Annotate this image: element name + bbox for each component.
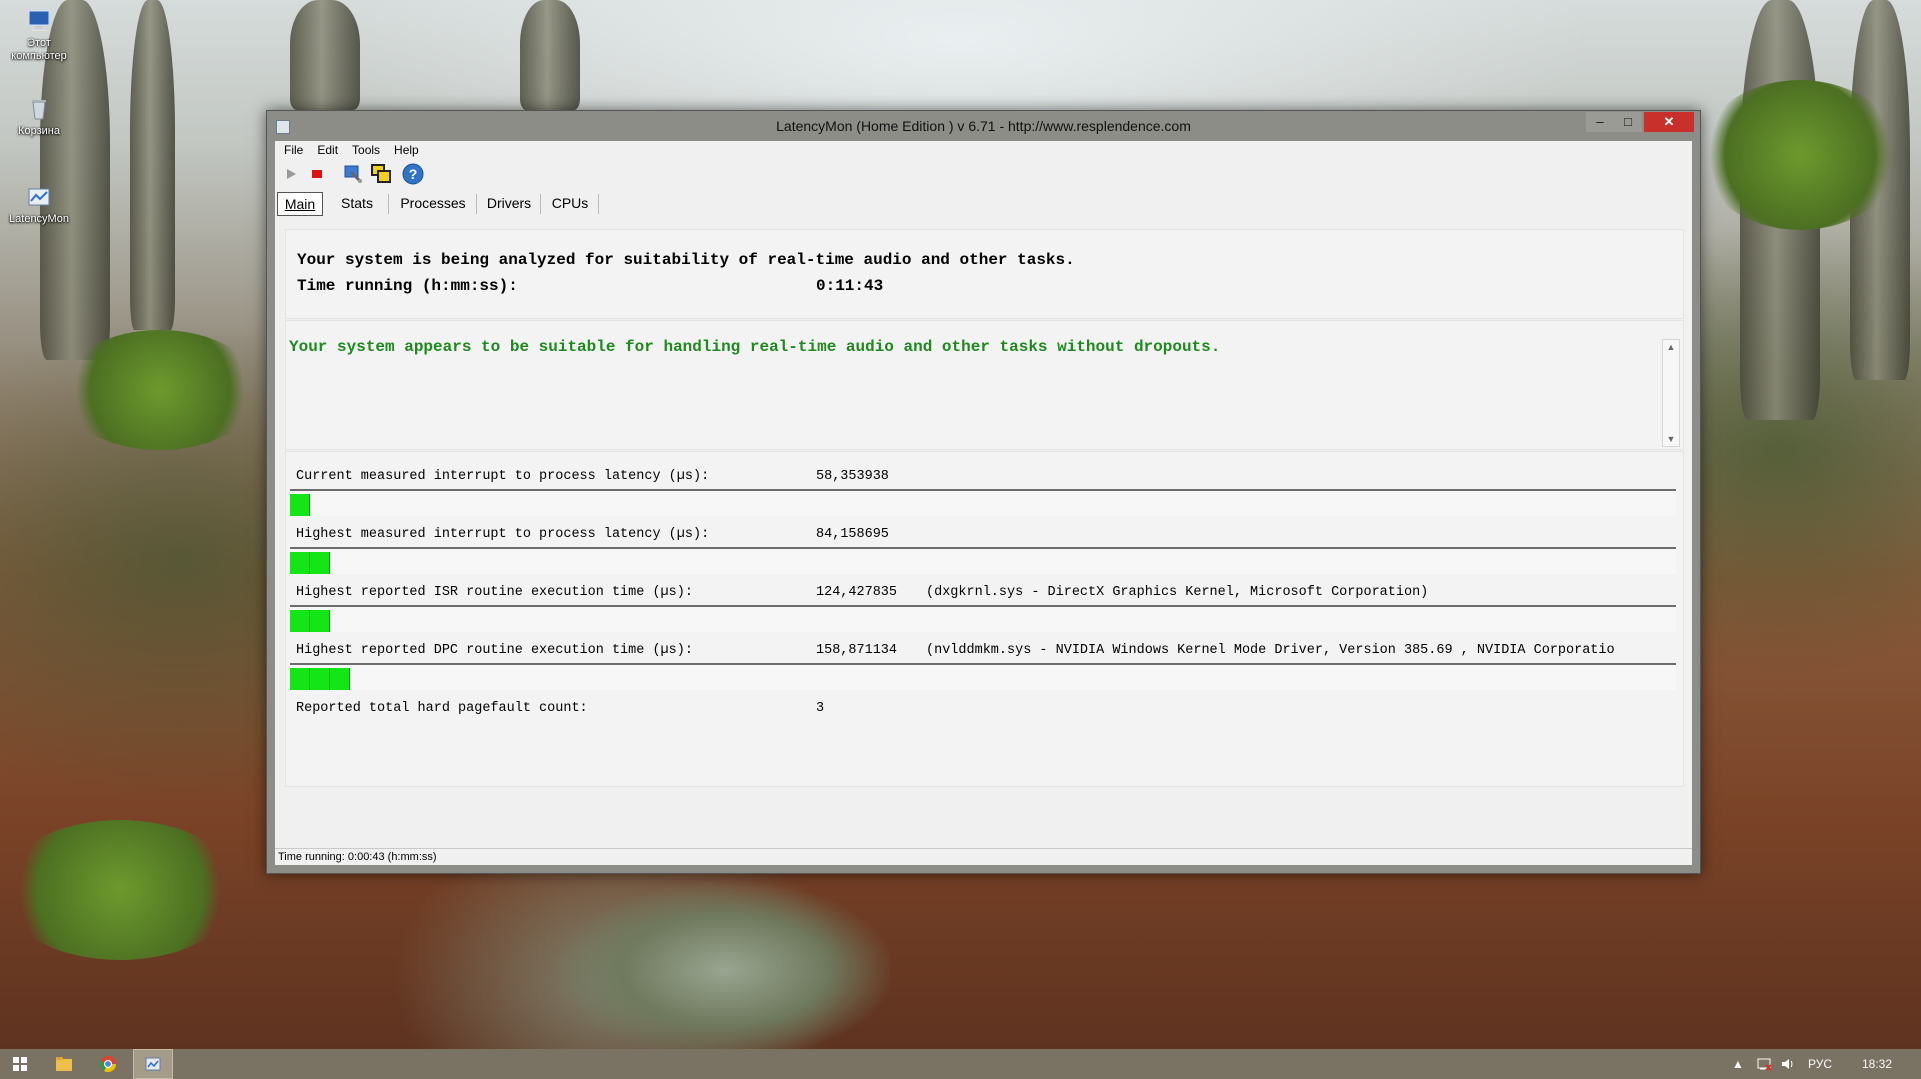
tab-label: CPUs bbox=[551, 195, 589, 211]
menu-bar: File Edit Tools Help bbox=[275, 141, 1692, 159]
latencymon-taskbar-icon bbox=[145, 1057, 161, 1071]
tray-overflow-icon[interactable]: ▲ bbox=[1732, 1057, 1744, 1071]
meter-segment bbox=[290, 610, 310, 632]
metrics-panel: Current measured interrupt to process la… bbox=[285, 451, 1684, 787]
windows-logo-icon bbox=[13, 1057, 27, 1071]
meter-segment bbox=[310, 668, 330, 690]
metric-meter bbox=[290, 605, 1676, 632]
metric-value: 3 bbox=[816, 701, 825, 716]
menu-tools[interactable]: Tools bbox=[343, 141, 385, 157]
tree-trunk bbox=[130, 0, 175, 330]
desktop-icon-label: LatencyMon bbox=[9, 213, 69, 225]
metric-label: Highest reported ISR routine execution t… bbox=[296, 585, 693, 600]
chrome-icon bbox=[99, 1056, 117, 1073]
status-text: Time running: 0:00:43 (h:mm:ss) bbox=[278, 851, 437, 863]
tab-label: Main bbox=[284, 196, 316, 212]
cpu-tool-button[interactable] bbox=[341, 162, 365, 186]
analysis-status-panel: Your system is being analyzed for suitab… bbox=[285, 229, 1684, 319]
meter-segment bbox=[310, 552, 330, 574]
start-icon bbox=[287, 169, 296, 179]
meter-segment bbox=[290, 552, 310, 574]
meter-segment bbox=[290, 668, 310, 690]
menu-edit[interactable]: Edit bbox=[308, 141, 343, 157]
metric-label: Current measured interrupt to process la… bbox=[296, 469, 710, 484]
analysis-text: Your system is being analyzed for suitab… bbox=[297, 251, 1075, 269]
cpu-tool-icon bbox=[344, 165, 363, 184]
file-explorer-icon bbox=[56, 1057, 72, 1071]
tab-label: Drivers bbox=[486, 195, 532, 211]
language-indicator[interactable]: РУС bbox=[1808, 1057, 1832, 1071]
windows-icon bbox=[371, 164, 391, 183]
moss-patch bbox=[60, 330, 260, 450]
metric-driver-note: (nvlddmkm.sys - NVIDIA Windows Kernel Mo… bbox=[926, 643, 1615, 658]
title-bar[interactable]: LatencyMon (Home Edition ) v 6.71 - http… bbox=[267, 111, 1700, 141]
windows-button[interactable] bbox=[369, 162, 393, 186]
tree-trunk bbox=[290, 0, 360, 110]
meter-segment bbox=[330, 668, 350, 690]
meter-segment bbox=[290, 494, 310, 516]
tree-trunk bbox=[520, 0, 580, 110]
desktop-icon-recycle-bin[interactable]: Корзина bbox=[0, 96, 78, 138]
clock[interactable]: 18:32 bbox=[1862, 1057, 1892, 1071]
taskbar-chrome[interactable] bbox=[88, 1049, 128, 1079]
conclusion-scrollbar[interactable]: ▲ ▼ bbox=[1662, 339, 1680, 447]
moss-patch bbox=[0, 820, 240, 960]
network-icon[interactable] bbox=[1756, 1057, 1772, 1074]
taskbar: ▲ РУС 18:32 bbox=[0, 1049, 1921, 1079]
time-running-label: Time running (h:mm:ss): bbox=[297, 277, 518, 295]
tab-cpus[interactable]: CPUs bbox=[541, 192, 599, 214]
taskbar-latencymon[interactable] bbox=[133, 1049, 173, 1079]
meter-segment bbox=[310, 610, 330, 632]
menu-help[interactable]: Help bbox=[385, 141, 424, 157]
status-bar: Time running: 0:00:43 (h:mm:ss) bbox=[275, 848, 1692, 866]
metric-driver-note: (dxgkrnl.sys - DirectX Graphics Kernel, … bbox=[926, 585, 1429, 600]
latencymon-shortcut-icon bbox=[28, 188, 50, 206]
stop-icon bbox=[312, 170, 322, 178]
close-button[interactable]: ✕ bbox=[1644, 112, 1694, 132]
start-button[interactable] bbox=[279, 162, 303, 186]
help-button[interactable]: ? bbox=[401, 162, 425, 186]
scroll-up-arrow-icon[interactable]: ▲ bbox=[1663, 340, 1679, 354]
tab-label: Processes bbox=[400, 195, 466, 211]
window-title: LatencyMon (Home Edition ) v 6.71 - http… bbox=[776, 118, 1191, 134]
conclusion-panel[interactable]: Your system appears to be suitable for h… bbox=[285, 320, 1684, 450]
maximize-button[interactable]: □ bbox=[1614, 112, 1642, 132]
desktop-icon-computer[interactable]: Этот компьютер bbox=[0, 8, 78, 63]
minimize-button[interactable]: – bbox=[1586, 112, 1614, 132]
recycle-bin-icon bbox=[32, 100, 46, 120]
start-menu-button[interactable] bbox=[0, 1049, 40, 1079]
desktop-icon-label: Корзина bbox=[18, 125, 60, 137]
tab-label: Stats bbox=[341, 195, 373, 211]
menu-file[interactable]: File bbox=[275, 141, 308, 157]
metric-value: 124,427835 bbox=[816, 585, 898, 600]
metric-label: Highest measured interrupt to process la… bbox=[296, 527, 710, 542]
desktop-icon-latencymon[interactable]: LatencyMon bbox=[0, 184, 78, 226]
volume-icon[interactable] bbox=[1780, 1057, 1796, 1074]
metric-meter bbox=[290, 547, 1676, 574]
tab-processes[interactable]: Processes bbox=[389, 192, 477, 214]
moss-patch bbox=[1700, 80, 1900, 230]
conclusion-text: Your system appears to be suitable for h… bbox=[289, 338, 1221, 356]
metric-label: Highest reported DPC routine execution t… bbox=[296, 643, 693, 658]
tab-main[interactable]: Main bbox=[277, 192, 323, 216]
tab-drivers[interactable]: Drivers bbox=[477, 192, 541, 214]
latencymon-window[interactable]: LatencyMon (Home Edition ) v 6.71 - http… bbox=[266, 110, 1701, 874]
metric-value: 158,871134 bbox=[816, 643, 898, 658]
stop-button[interactable] bbox=[305, 162, 329, 186]
metric-value: 84,158695 bbox=[816, 527, 889, 542]
computer-icon bbox=[28, 10, 50, 31]
window-client-area: File Edit Tools Help ? Main Stats Processes bbox=[275, 141, 1692, 865]
metric-label: Reported total hard pagefault count: bbox=[296, 701, 588, 716]
metric-value: 58,353938 bbox=[816, 469, 889, 484]
desktop-icon-label: Этот компьютер bbox=[11, 37, 67, 62]
help-icon: ? bbox=[402, 163, 424, 185]
scroll-down-arrow-icon[interactable]: ▼ bbox=[1663, 432, 1679, 446]
svg-text:?: ? bbox=[409, 166, 418, 182]
metric-meter bbox=[290, 663, 1676, 690]
metric-meter bbox=[290, 489, 1676, 516]
taskbar-file-explorer[interactable] bbox=[44, 1049, 84, 1079]
stream bbox=[560, 880, 890, 1049]
tab-stats[interactable]: Stats bbox=[325, 192, 389, 214]
time-running-value: 0:11:43 bbox=[816, 277, 884, 295]
